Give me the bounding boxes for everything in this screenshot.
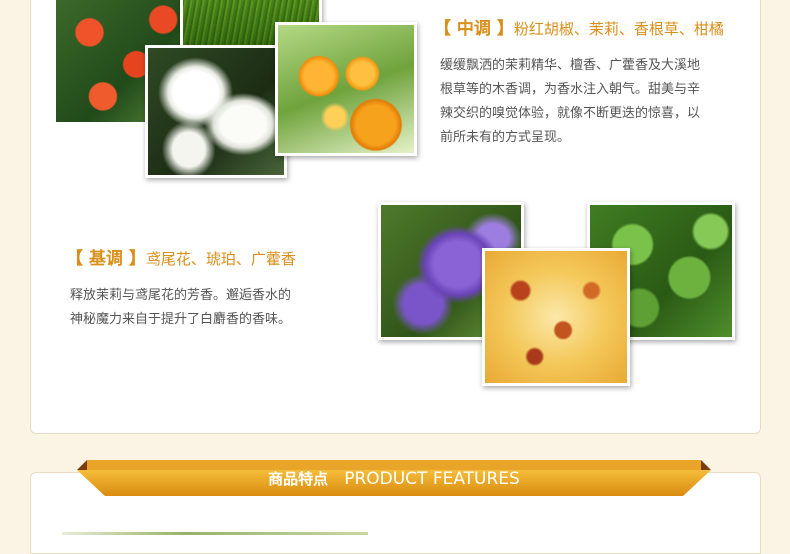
middle-note-label: 【 中调 】 [434,19,514,39]
amber-photo [482,248,630,386]
features-title-cn: 商品特点 [268,470,329,488]
base-note-description: 释放茉莉与鸢尾花的芳香。邂逅香水的 神秘魔力来自于提升了白麝香的香味。 [70,288,292,327]
features-title-en: PRODUCT FEATURES [344,469,520,489]
middle-note-description: 缓缓飘洒的茉莉精华、檀香、广藿香及大溪地 根草等的木香调，为香水注入朝气。甜美与… [440,58,701,145]
base-note-heading: 【 基调 】鸢尾花、琥珀、广藿香 [66,244,296,269]
white-jasmine-photo [145,45,287,178]
features-banner: 商品特点 PRODUCT FEATURES [77,460,711,496]
features-banner-text: 商品特点 PRODUCT FEATURES [77,468,711,489]
base-note-ingredients: 鸢尾花、琥珀、广藿香 [145,250,296,268]
base-note-label: 【 基调 】 [66,249,146,269]
middle-note-heading: 【 中调 】粉红胡椒、茉莉、香根草、柑橘 [434,14,724,39]
middle-note-ingredients: 粉红胡椒、茉莉、香根草、柑橘 [513,20,724,38]
orange-citrus-photo [275,22,417,156]
